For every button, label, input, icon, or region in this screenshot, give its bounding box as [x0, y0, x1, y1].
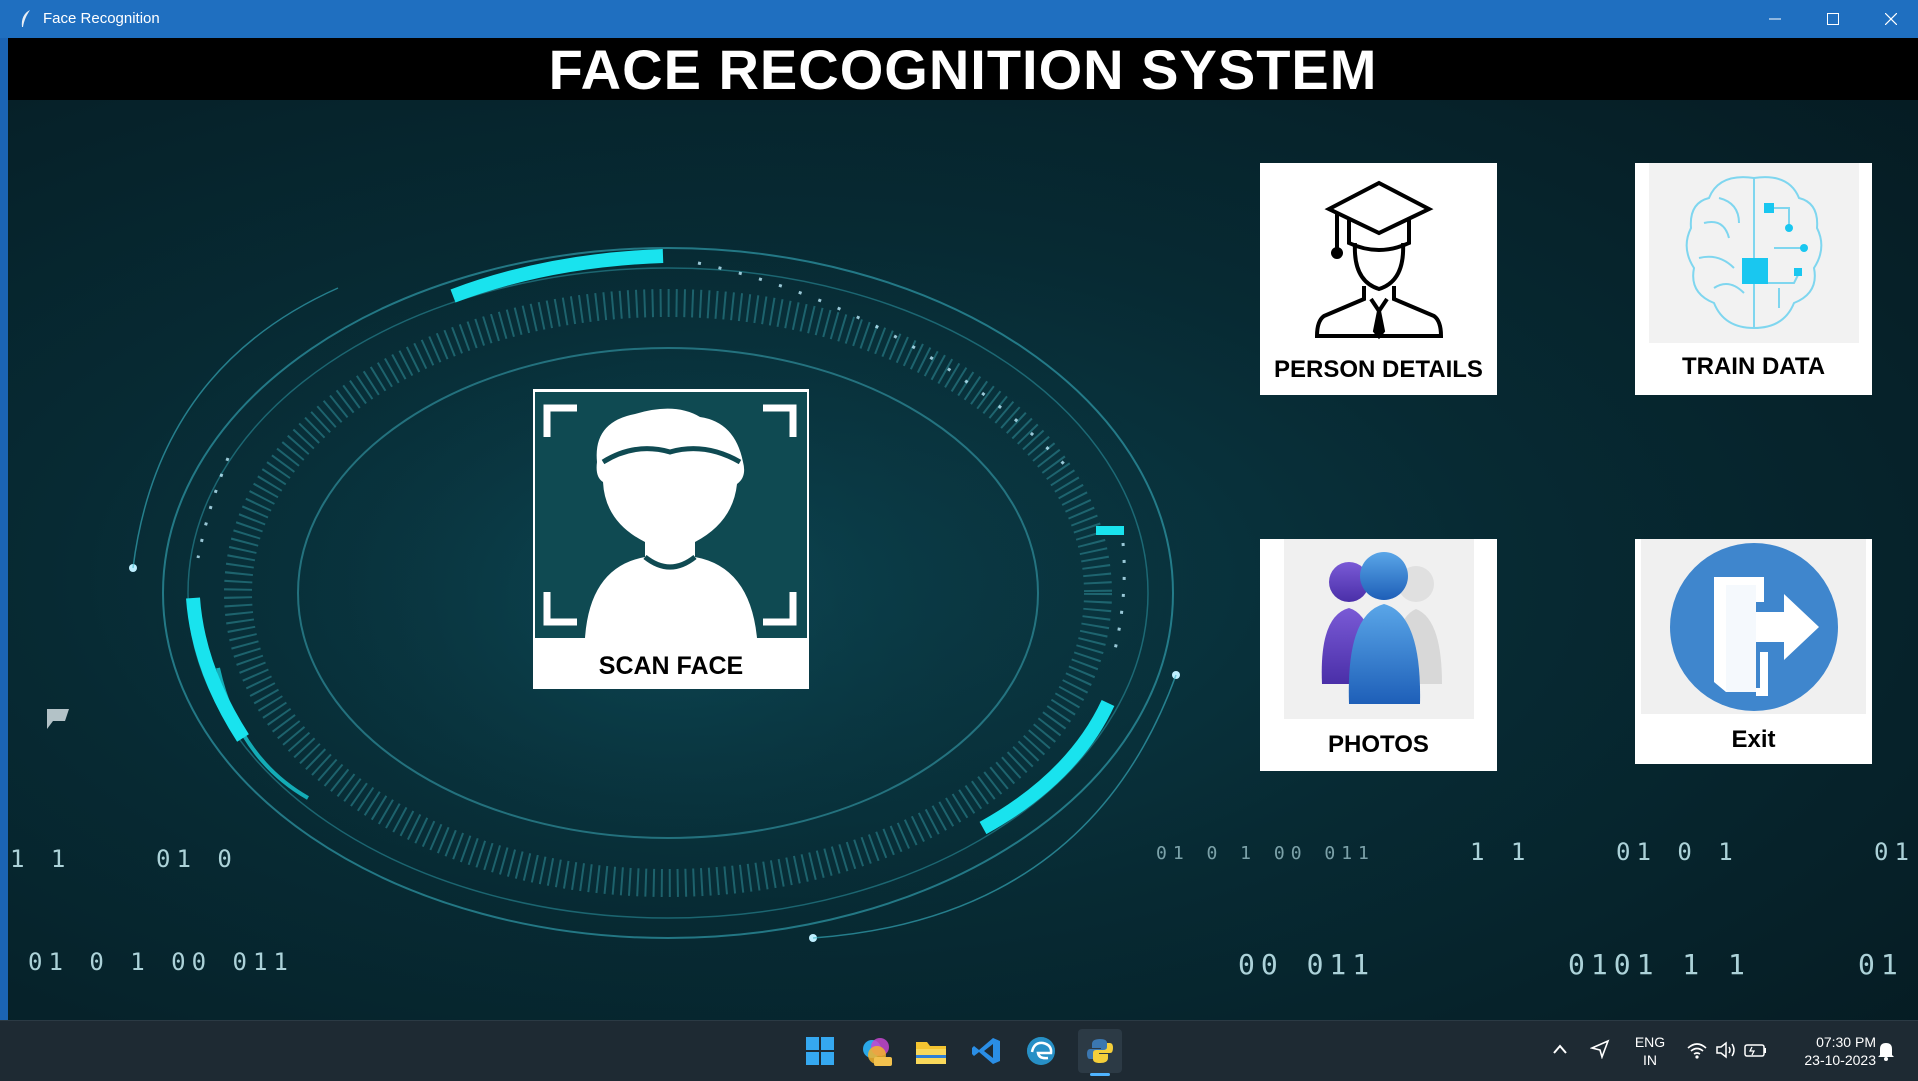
- photos-label: PHOTOS: [1328, 731, 1429, 758]
- taskbar-edge[interactable]: [1023, 1033, 1059, 1069]
- folder-icon: [916, 1042, 946, 1064]
- python-icon: [1087, 1039, 1113, 1063]
- minimize-icon: [1769, 18, 1781, 20]
- brain-circuit-icon: [1648, 163, 1859, 343]
- active-indicator: [1090, 1073, 1110, 1076]
- clock-time: 07:30 PM: [1816, 1034, 1876, 1050]
- close-button[interactable]: [1862, 0, 1918, 38]
- battery-icon[interactable]: [1744, 1041, 1768, 1059]
- location-icon[interactable]: [1590, 1039, 1610, 1059]
- window-titlebar: Face Recognition: [0, 0, 1918, 38]
- decor-glyph: [47, 709, 69, 729]
- maximize-icon: [1827, 13, 1839, 25]
- binary-text: 01 0: [156, 845, 238, 873]
- copilot-icon: [863, 1038, 892, 1066]
- edge-icon: [1027, 1037, 1055, 1065]
- binary-text: 01 0 1: [1616, 838, 1739, 866]
- person-details-button[interactable]: PERSON DETAILS: [1260, 163, 1497, 395]
- binary-text: 1 1: [10, 845, 72, 873]
- volume-icon[interactable]: [1715, 1041, 1737, 1059]
- scan-face-label: SCAN FACE: [598, 652, 744, 680]
- clock-date: 23-10-2023: [1804, 1052, 1876, 1068]
- taskbar-vscode[interactable]: [968, 1033, 1004, 1069]
- photos-button[interactable]: PHOTOS: [1260, 539, 1497, 771]
- taskbar-copilot[interactable]: [858, 1033, 894, 1069]
- train-data-label: TRAIN DATA: [1681, 353, 1826, 380]
- page-title: FACE RECOGNITION SYSTEM: [8, 38, 1918, 101]
- exit-door-icon: [1641, 539, 1866, 714]
- notification-bell-icon[interactable]: [1876, 1040, 1896, 1062]
- start-button[interactable]: [802, 1033, 838, 1069]
- language-indicator[interactable]: ENG IN: [1630, 1033, 1670, 1069]
- chevron-up-icon[interactable]: [1552, 1043, 1568, 1055]
- clock[interactable]: 07:30 PM 23-10-2023: [1780, 1033, 1876, 1069]
- train-data-button[interactable]: TRAIN DATA: [1635, 163, 1872, 395]
- wifi-icon[interactable]: [1686, 1041, 1708, 1059]
- taskbar-python[interactable]: [1078, 1029, 1122, 1076]
- maximize-button[interactable]: [1804, 0, 1862, 38]
- windows-logo-icon: [806, 1037, 834, 1065]
- vscode-icon: [972, 1038, 1000, 1064]
- binary-text: 1 1: [1470, 838, 1532, 866]
- people-group-icon: [1283, 539, 1474, 719]
- region-code: IN: [1643, 1052, 1657, 1068]
- taskbar: ENG IN 07:30 PM 23-10-2023: [0, 1020, 1918, 1081]
- close-icon: [1885, 13, 1897, 25]
- window-border: [0, 38, 8, 1020]
- graduate-icon: [1260, 163, 1497, 348]
- exit-label: Exit: [1731, 726, 1776, 753]
- person-details-label: PERSON DETAILS: [1274, 356, 1483, 383]
- taskbar-file-explorer[interactable]: [913, 1033, 949, 1069]
- hud-background: [129, 218, 1188, 978]
- window-title: Face Recognition: [43, 10, 160, 27]
- binary-text: 01 0 1 00 011: [1156, 843, 1375, 864]
- binary-text: 01: [1874, 838, 1915, 866]
- language-code: ENG: [1634, 1034, 1666, 1050]
- binary-text: 0101 1 1: [1568, 948, 1751, 981]
- binary-text: 01 0 1 00 011: [28, 948, 294, 976]
- main-window: 1 1 01 0 01 0 1 00 011 01 0 1 00 011 1 1…: [8, 38, 1918, 1020]
- minimize-button[interactable]: [1746, 0, 1804, 38]
- feather-icon: [21, 10, 30, 27]
- binary-text: 01: [1858, 948, 1904, 981]
- binary-text: 00 011: [1238, 948, 1376, 981]
- exit-button[interactable]: Exit: [1635, 539, 1872, 764]
- scan-face-button[interactable]: SCAN FACE: [533, 389, 809, 689]
- scan-face-icon: [534, 391, 808, 639]
